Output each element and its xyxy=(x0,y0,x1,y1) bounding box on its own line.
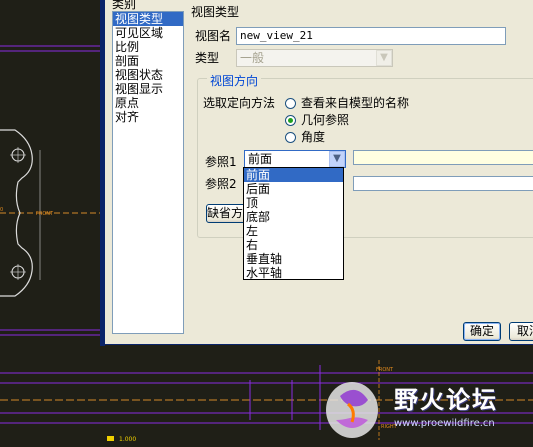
category-item-view-display[interactable]: 视图显示 xyxy=(113,82,183,96)
radio-model-view-name[interactable] xyxy=(285,98,296,109)
radio-angles-label[interactable]: 角度 xyxy=(301,130,325,144)
scale-readout: 1.000 xyxy=(119,436,136,443)
front-datum-label: FRONT xyxy=(36,211,54,217)
category-item-view-type[interactable]: 视图类型 xyxy=(113,12,183,26)
dropdown-option-front[interactable]: 前面 xyxy=(244,168,343,182)
chevron-down-icon: ▼ xyxy=(376,50,392,66)
reference1-collector[interactable] xyxy=(353,150,533,165)
watermark-url: www.proewildfire.cn xyxy=(394,418,495,429)
radio-model-view-name-label[interactable]: 查看来自模型的名称 xyxy=(301,96,409,110)
category-item-section[interactable]: 剖面 xyxy=(113,54,183,68)
dropdown-option-vertical-axis[interactable]: 垂直轴 xyxy=(244,252,343,266)
dropdown-option-horizontal-axis[interactable]: 水平轴 xyxy=(244,266,343,280)
category-item-scale[interactable]: 比例 xyxy=(113,40,183,54)
watermark: 野火论坛 www.proewildfire.cn xyxy=(322,376,533,444)
radio-angles[interactable] xyxy=(285,132,296,143)
reference1-dropdown-list[interactable]: 前面 后面 顶 底部 左 右 垂直轴 水平轴 xyxy=(243,167,344,280)
category-list[interactable]: 视图类型 可见区域 比例 剖面 视图状态 视图显示 原点 对齐 xyxy=(112,11,184,334)
view-name-input[interactable]: new_view_21 xyxy=(236,27,506,45)
front-datum-label-2: FRONT xyxy=(376,367,394,373)
reference1-select[interactable]: 前面 ▼ xyxy=(244,150,346,168)
dropdown-option-back[interactable]: 后面 xyxy=(244,182,343,196)
radio-geometry-references-label[interactable]: 几何参照 xyxy=(301,113,349,127)
category-label: 类别 xyxy=(112,0,137,11)
dropdown-option-right[interactable]: 右 xyxy=(244,238,343,252)
chevron-down-icon[interactable]: ▼ xyxy=(329,151,345,167)
section-title: 视图类型 xyxy=(191,5,240,19)
dropdown-option-bottom[interactable]: 底部 xyxy=(244,210,343,224)
ok-button[interactable]: 确定 xyxy=(463,322,501,341)
radio-geometry-references[interactable] xyxy=(285,115,296,126)
watermark-title: 野火论坛 xyxy=(394,386,498,414)
type-select: 一般 ▼ xyxy=(236,49,393,67)
reference2-collector[interactable] xyxy=(353,176,533,191)
dropdown-option-left[interactable]: 左 xyxy=(244,224,343,238)
orientation-group-title: 视图方向 xyxy=(207,72,262,89)
category-item-view-states[interactable]: 视图状态 xyxy=(113,68,183,82)
default-orientation-button[interactable]: 缺省方向 xyxy=(206,204,248,223)
orientation-method-label: 选取定向方法 xyxy=(203,96,276,110)
category-item-visible-area[interactable]: 可见区域 xyxy=(113,26,183,40)
category-item-origin[interactable]: 原点 xyxy=(113,96,183,110)
view-name-label: 视图名 xyxy=(195,29,232,43)
reference2-label: 参照2 xyxy=(205,177,237,191)
cancel-button[interactable]: 取消 xyxy=(509,322,533,341)
dropdown-option-top[interactable]: 顶 xyxy=(244,196,343,210)
svg-text:0: 0 xyxy=(0,207,3,213)
category-item-alignment[interactable]: 对齐 xyxy=(113,110,183,124)
type-label: 类型 xyxy=(195,51,220,65)
reference1-label: 参照1 xyxy=(205,155,237,169)
